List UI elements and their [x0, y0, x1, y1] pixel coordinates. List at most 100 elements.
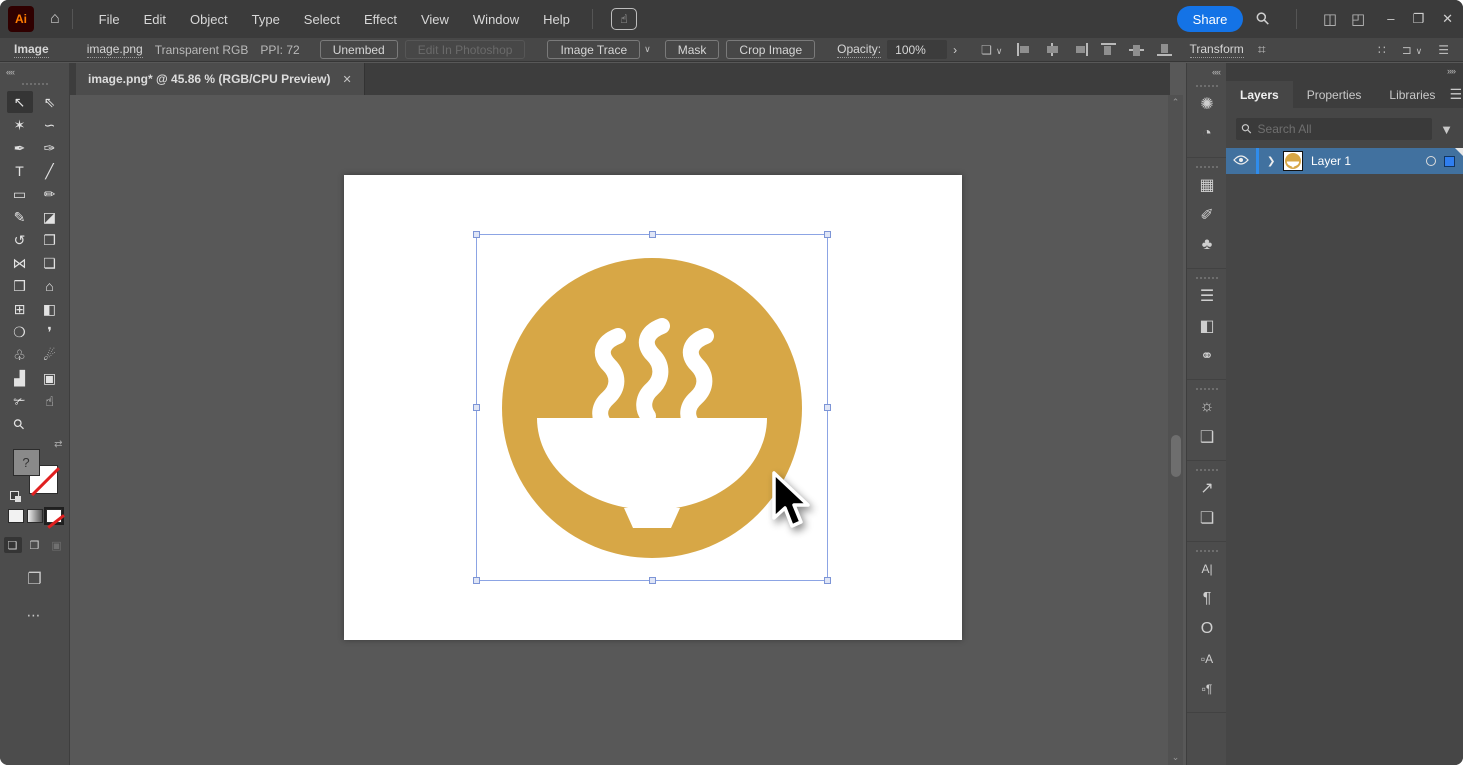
scrollbar-thumb[interactable] — [1171, 435, 1181, 477]
panel-menu-icon[interactable]: ☰ — [1449, 81, 1463, 108]
opacity-value-field[interactable]: 100% — [887, 40, 947, 59]
menu-edit[interactable]: Edit — [134, 8, 176, 31]
selection-handle[interactable] — [473, 577, 480, 584]
layer-selection-indicator[interactable] — [1444, 156, 1455, 167]
transform-link[interactable]: Transform — [1190, 42, 1244, 58]
grip-dots[interactable] — [1196, 550, 1218, 552]
collapse-tools-icon[interactable]: «« — [6, 67, 14, 77]
artboard-tool[interactable]: ▣ — [37, 367, 63, 389]
align-right-icon[interactable] — [1073, 43, 1088, 56]
align-center-icon[interactable] — [1045, 43, 1060, 56]
selection-handle[interactable] — [649, 577, 656, 584]
selection-handle[interactable] — [824, 577, 831, 584]
swap-fill-stroke-icon[interactable]: ⇄ — [54, 439, 62, 450]
touch-workspace-icon[interactable]: ☝ — [611, 8, 637, 30]
mesh-tool[interactable]: ⊞ — [7, 298, 33, 320]
symbol-sprayer-tool[interactable]: ☄ — [37, 344, 63, 366]
type-tool[interactable]: T — [7, 160, 33, 182]
expand-panels-icon[interactable]: »» — [1226, 63, 1463, 81]
artboards-panel-icon[interactable]: ❏ — [1187, 503, 1227, 533]
pen-tool[interactable]: ✒ — [7, 137, 33, 159]
change-screen-mode-icon[interactable]: ❐ — [0, 569, 69, 589]
color-panel-icon[interactable]: ✺ — [1187, 89, 1227, 119]
swatches-panel-icon[interactable]: ▦ — [1187, 170, 1227, 200]
align-top-icon[interactable] — [1101, 43, 1116, 56]
color-guide-panel-icon[interactable]: ◔ — [1187, 119, 1227, 149]
opacity-expand-icon[interactable]: › — [953, 43, 957, 57]
color-button[interactable] — [8, 509, 24, 523]
menu-view[interactable]: View — [411, 8, 459, 31]
menu-select[interactable]: Select — [294, 8, 350, 31]
file-name-link[interactable]: image.png — [87, 42, 143, 58]
restore-button[interactable]: ❐ — [1412, 11, 1424, 27]
filter-funnel-icon[interactable]: ▼ — [1440, 122, 1453, 137]
width-tool[interactable]: ⋈ — [7, 252, 33, 274]
control-menu-icon[interactable]: ☰ — [1438, 43, 1449, 57]
scroll-up-icon[interactable]: ⌃ — [1168, 97, 1183, 108]
align-bottom-icon[interactable] — [1157, 43, 1172, 56]
selection-tool[interactable]: ↖ — [7, 91, 33, 113]
scale-tool[interactable]: ❐ — [37, 229, 63, 251]
draw-behind-mode-button[interactable]: ❐ — [26, 537, 44, 553]
eraser-tool[interactable]: ◪ — [37, 206, 63, 228]
graphic-styles-panel-icon[interactable]: ❑ — [1187, 422, 1227, 452]
crop-image-button[interactable]: Crop Image — [726, 40, 815, 59]
symbols-panel-icon[interactable]: ♣ — [1187, 230, 1227, 260]
fill-stroke-control[interactable]: ⇄ ? — [13, 449, 57, 493]
selection-handle[interactable] — [649, 231, 656, 238]
grip-dots[interactable] — [22, 83, 48, 85]
layer-row[interactable]: ❯ Layer 1 — [1226, 148, 1463, 174]
scroll-down-icon[interactable]: ⌄ — [1168, 752, 1183, 763]
character-panel-icon[interactable]: A| — [1187, 554, 1227, 584]
grip-dots[interactable] — [1196, 85, 1218, 87]
fill-swatch[interactable]: ? — [13, 449, 40, 476]
edit-toolbar-icon[interactable]: ⋯ — [0, 607, 69, 624]
eyedropper-tool[interactable]: ❜ — [37, 321, 63, 343]
curvature-tool[interactable]: ✑ — [37, 137, 63, 159]
opentype-panel-icon[interactable]: O — [1187, 614, 1227, 644]
grip-dots[interactable] — [1196, 277, 1218, 279]
grip-dots[interactable] — [1196, 166, 1218, 168]
draw-normal-mode-button[interactable]: ❏ — [4, 537, 22, 553]
menu-window[interactable]: Window — [463, 8, 529, 31]
character-styles-panel-icon[interactable]: ▫A — [1187, 644, 1227, 674]
column-graph-tool[interactable]: ▟ — [7, 367, 33, 389]
rectangle-tool[interactable]: ▭ — [7, 183, 33, 205]
layer-target-icon[interactable] — [1426, 156, 1436, 166]
gradient-panel-icon[interactable]: ◧ — [1187, 311, 1227, 341]
hand-tool[interactable]: ☝ — [37, 390, 63, 412]
paragraph-panel-icon[interactable]: ¶ — [1187, 584, 1227, 614]
close-button[interactable]: ✕ — [1442, 11, 1453, 27]
line-segment-tool[interactable]: ╱ — [37, 160, 63, 182]
paintbrush-tool[interactable]: ✏ — [37, 183, 63, 205]
align-middle-icon[interactable] — [1129, 43, 1144, 56]
free-transform-tool[interactable]: ❏ — [37, 252, 63, 274]
tab-layers[interactable]: Layers — [1226, 81, 1293, 108]
image-trace-button[interactable]: Image Trace — [547, 40, 640, 59]
panel-dock-icon[interactable]: ⊐∨ — [1402, 43, 1423, 57]
align-left-icon[interactable] — [1017, 43, 1032, 56]
layers-search-box[interactable]: ⚲ — [1236, 118, 1432, 140]
grip-dots[interactable] — [1196, 388, 1218, 390]
workspace-switcher-icon[interactable]: ◰ — [1351, 10, 1365, 28]
default-fill-stroke-icon[interactable] — [10, 491, 19, 500]
blend-tool[interactable]: ❍ — [7, 321, 33, 343]
selection-handle[interactable] — [824, 404, 831, 411]
rotate-tool[interactable]: ↺ — [7, 229, 33, 251]
none-button[interactable] — [46, 509, 62, 523]
search-icon[interactable]: ⚲ — [1252, 8, 1275, 31]
gradient-button[interactable] — [27, 509, 43, 523]
transparency-panel-icon[interactable]: ⚭ — [1187, 341, 1227, 371]
canvas-pasteboard[interactable] — [70, 95, 1170, 765]
image-trace-dropdown-icon[interactable]: ∨ — [644, 44, 651, 55]
export-panel-icon[interactable]: ↗ — [1187, 473, 1227, 503]
selection-handle[interactable] — [824, 231, 831, 238]
layers-search-input[interactable] — [1258, 122, 1427, 136]
tab-libraries[interactable]: Libraries — [1375, 81, 1449, 108]
opacity-label[interactable]: Opacity: — [837, 42, 881, 58]
selection-handle[interactable] — [473, 404, 480, 411]
document-setup-icon[interactable]: ❏∨ — [981, 43, 1002, 57]
menu-object[interactable]: Object — [180, 8, 238, 31]
layer-name[interactable]: Layer 1 — [1311, 154, 1351, 168]
brushes-panel-icon[interactable]: ✐ — [1187, 200, 1227, 230]
